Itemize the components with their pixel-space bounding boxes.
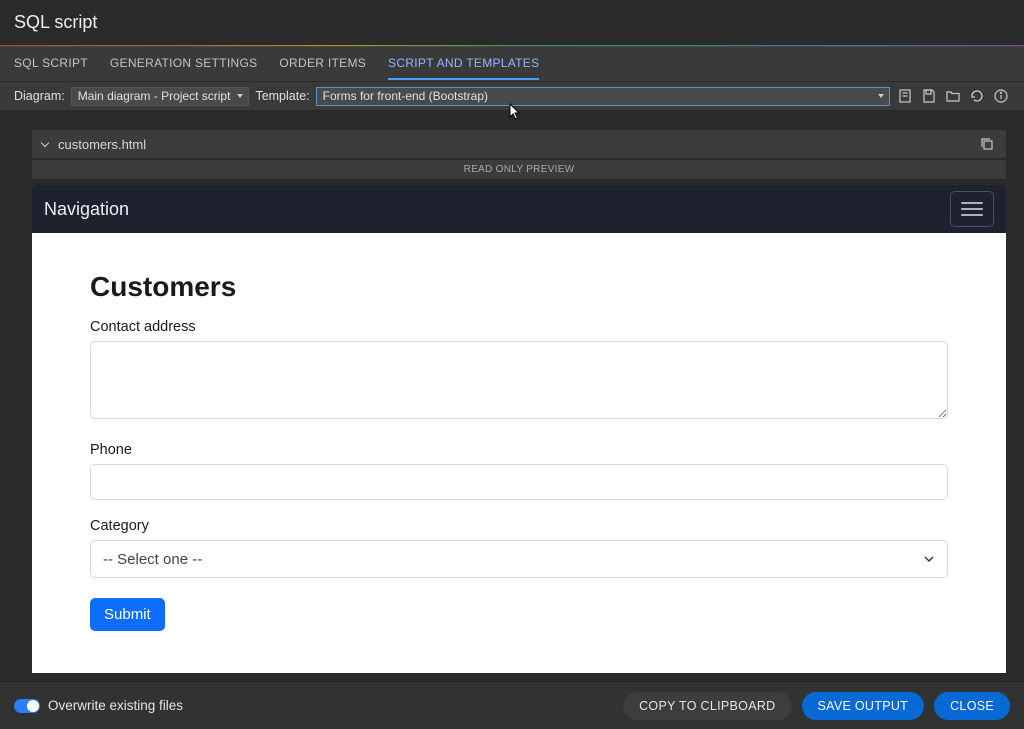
- option-bar: Diagram: Main diagram - Project script T…: [0, 82, 1024, 110]
- overwrite-label: Overwrite existing files: [48, 698, 183, 713]
- overwrite-toggle[interactable]: [14, 699, 40, 713]
- copy-icon[interactable]: [978, 135, 996, 153]
- navbar-brand: Navigation: [44, 199, 129, 220]
- chevron-down-icon: [41, 139, 49, 147]
- bottom-bar: Overwrite existing files COPY TO CLIPBOA…: [0, 681, 1024, 729]
- title-text: SQL script: [14, 12, 97, 33]
- new-script-icon[interactable]: [896, 87, 914, 105]
- contact-address-textarea[interactable]: [90, 341, 948, 419]
- contact-address-label: Contact address: [90, 319, 948, 335]
- info-icon[interactable]: [992, 87, 1010, 105]
- file-name: customers.html: [58, 137, 146, 152]
- diagram-select[interactable]: Main diagram - Project script: [71, 87, 250, 106]
- template-label: Template:: [255, 89, 309, 103]
- file-header[interactable]: customers.html: [32, 130, 1006, 158]
- chevron-down-icon: [237, 94, 243, 98]
- folder-open-icon[interactable]: [944, 87, 962, 105]
- category-label: Category: [90, 518, 948, 534]
- page-title: SQL script: [0, 0, 1024, 45]
- category-select-value: -- Select one --: [103, 551, 202, 568]
- template-select[interactable]: Forms for front-end (Bootstrap): [316, 87, 890, 106]
- preview-navbar: Navigation: [32, 185, 1006, 233]
- diagram-select-value: Main diagram - Project script: [78, 89, 231, 103]
- hamburger-icon[interactable]: [950, 191, 994, 227]
- preview-pane: Navigation Customers Contact address Pho…: [32, 185, 1006, 673]
- phone-label: Phone: [90, 442, 948, 458]
- category-select[interactable]: -- Select one --: [90, 540, 948, 578]
- save-icon[interactable]: [920, 87, 938, 105]
- phone-input[interactable]: [90, 464, 948, 500]
- chevron-down-icon: [923, 553, 935, 565]
- chevron-down-icon: [878, 94, 884, 98]
- close-button[interactable]: CLOSE: [934, 692, 1010, 720]
- accent-divider: [0, 45, 1024, 46]
- template-select-value: Forms for front-end (Bootstrap): [323, 89, 488, 103]
- diagram-label: Diagram:: [14, 89, 65, 103]
- tab-script-and-templates[interactable]: SCRIPT AND TEMPLATES: [388, 48, 539, 80]
- save-output-button[interactable]: SAVE OUTPUT: [802, 692, 925, 720]
- content-area: customers.html READ ONLY PREVIEW Navigat…: [0, 120, 1024, 681]
- tab-bar: SQL SCRIPT GENERATION SETTINGS ORDER ITE…: [0, 46, 1024, 82]
- readonly-badge: READ ONLY PREVIEW: [32, 160, 1006, 179]
- submit-button[interactable]: Submit: [90, 598, 165, 631]
- refresh-icon[interactable]: [968, 87, 986, 105]
- tab-generation-settings[interactable]: GENERATION SETTINGS: [110, 48, 258, 80]
- preview-body: Customers Contact address Phone Category…: [32, 233, 1006, 673]
- tab-sql-script[interactable]: SQL SCRIPT: [14, 48, 88, 80]
- copy-to-clipboard-button[interactable]: COPY TO CLIPBOARD: [623, 692, 791, 720]
- page-heading: Customers: [90, 271, 948, 303]
- tab-order-items[interactable]: ORDER ITEMS: [279, 48, 366, 80]
